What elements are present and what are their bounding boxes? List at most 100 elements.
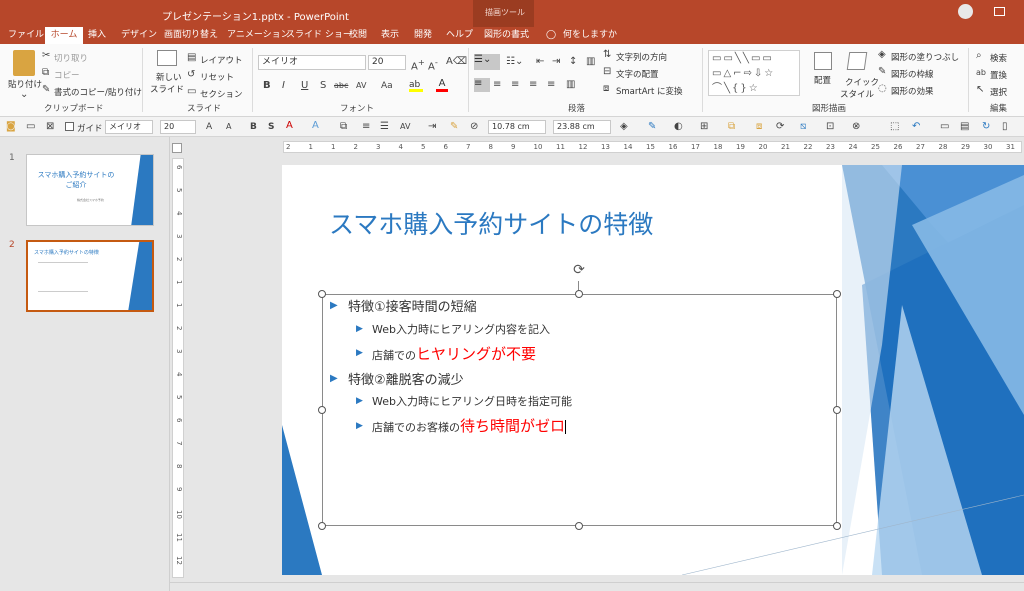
char-spacing-button[interactable]: AV [356, 80, 366, 92]
ribbon-display-icon[interactable] [994, 7, 1005, 16]
reset-button[interactable]: リセット [200, 71, 234, 83]
cut-button[interactable]: 切り取り [54, 52, 88, 64]
section-button[interactable]: セクション [200, 88, 243, 100]
arrange-button[interactable]: 配置 [814, 74, 831, 86]
paste-dropdown-icon[interactable]: ⌄ [20, 89, 28, 101]
qt-link-icon[interactable]: ⊘ [470, 121, 478, 133]
convert-smartart-button[interactable]: SmartArt に変換 [616, 85, 683, 97]
grow-font-icon[interactable]: A+ [411, 56, 425, 73]
find-button[interactable]: 検索 [990, 52, 1007, 64]
qt-doc-icon[interactable]: ▯ [1002, 121, 1008, 133]
qt-group-icon[interactable]: ⧉ [728, 121, 735, 133]
slide-title[interactable]: スマホ購入予約サイトの特徴 [329, 205, 653, 241]
tab-slideshow[interactable]: スライド ショー [286, 27, 352, 44]
column-icon[interactable]: ▥ [566, 79, 575, 91]
bullet-l2-line[interactable]: 店舗でのヒヤリングが不要 [372, 343, 536, 364]
qt-layout-icon[interactable]: ▤ [960, 121, 969, 133]
qt-shadow-icon[interactable]: S [268, 121, 274, 133]
italic-button[interactable]: I [282, 80, 285, 92]
clear-format-icon[interactable]: A⌫ [446, 56, 467, 68]
qt-paste-icon[interactable]: ⧉ [340, 121, 347, 133]
quick-styles-icon[interactable] [846, 52, 868, 70]
qt-merge-icon[interactable]: ⊗ [852, 121, 860, 133]
new-slide-icon[interactable] [157, 50, 177, 66]
tab-view[interactable]: 表示 [381, 27, 399, 44]
resize-handle[interactable] [833, 522, 841, 530]
tab-animations[interactable]: アニメーション [227, 27, 290, 44]
qt-shrink-font-icon[interactable]: A [226, 121, 231, 133]
account-icon[interactable] [958, 4, 973, 19]
align-right-icon[interactable]: ≡ [511, 79, 519, 91]
decrease-indent-icon[interactable]: ⇤ [536, 56, 544, 68]
qt-fill-icon[interactable]: ◈ [620, 121, 628, 133]
qt-shapes-icon[interactable]: ⊡ [826, 121, 834, 133]
qt-order-icon[interactable]: ⧈ [756, 121, 762, 133]
shape-effects-button[interactable]: 図形の効果 [891, 85, 934, 97]
tab-insert[interactable]: 挿入 [88, 27, 106, 44]
camera-icon[interactable]: ◙ [6, 121, 16, 133]
resize-handle[interactable] [833, 290, 841, 298]
underline-button[interactable]: U [301, 80, 308, 92]
qt-indent-icon[interactable]: ⇥ [428, 121, 436, 133]
numbering-icon[interactable]: ☷⌄ [506, 56, 523, 68]
format-painter-button[interactable]: 書式のコピー/貼り付け [54, 86, 142, 98]
tell-me-box[interactable]: 何をしますか [563, 27, 617, 44]
resize-handle[interactable] [318, 522, 326, 530]
thumbnail-slide-1[interactable]: スマホ購入予約サイトのご紹介 株式会社スマホ予約 [26, 154, 154, 226]
align-left-button[interactable]: ≡ [474, 78, 490, 92]
qt-align-icon[interactable]: ⊞ [700, 121, 708, 133]
bullet-l2-text[interactable]: Web入力時にヒアリング内容を記入 [372, 321, 550, 337]
strikethrough-button[interactable]: abc [334, 80, 348, 92]
qt-select-icon[interactable]: ⬚ [890, 121, 899, 133]
arrange-icon[interactable] [814, 52, 832, 70]
shrink-font-icon[interactable]: A- [428, 56, 438, 73]
rotate-handle-icon[interactable]: ⟳ [571, 262, 587, 278]
line-spacing-icon[interactable]: ↕ [569, 56, 577, 68]
resize-handle[interactable] [318, 406, 326, 414]
align-center-icon[interactable]: ≡ [493, 79, 501, 91]
qt-bold-icon[interactable]: B [250, 121, 257, 133]
text-direction-button[interactable]: 文字列の方向 [616, 51, 667, 63]
distribute-icon[interactable]: ≡ [547, 79, 555, 91]
quick-styles-label-2[interactable]: スタイル [840, 88, 874, 100]
thumbnail-slide-2[interactable]: スマホ購入予約サイトの特徴 [26, 240, 154, 312]
align-text-button[interactable]: 文字の配置 [616, 68, 659, 80]
tab-transitions[interactable]: 画面切り替え [164, 27, 218, 44]
shape-width-field[interactable]: 23.88 cm [553, 120, 611, 134]
shape-fill-button[interactable]: 図形の塗りつぶし [891, 51, 959, 63]
font-color-icon[interactable]: A [436, 78, 448, 92]
highlight-icon[interactable]: ab [409, 80, 423, 92]
bold-button[interactable]: B [263, 80, 271, 92]
qt-grow-font-icon[interactable]: A [206, 121, 212, 133]
increase-indent-icon[interactable]: ⇥ [552, 56, 560, 68]
resize-handle[interactable] [833, 406, 841, 414]
tab-design[interactable]: デザイン [121, 27, 157, 44]
qt-font-combo[interactable]: メイリオ [105, 120, 153, 134]
undo-icon[interactable]: ↶ [912, 121, 920, 133]
new-slide-label-2[interactable]: スライド [150, 83, 184, 95]
select-button[interactable]: 選択 [990, 86, 1007, 98]
paste-icon[interactable] [13, 50, 35, 76]
bullet-l1-text[interactable]: 特徴②離脱客の減少 [348, 369, 464, 388]
qt-brush-icon[interactable]: ✎ [450, 121, 458, 133]
qt-outline-icon[interactable]: ✎ [648, 121, 656, 133]
qt-refresh-icon[interactable]: ↻ [982, 121, 990, 133]
guide-checkbox[interactable] [65, 122, 74, 131]
qt-list-icon[interactable]: ☰ [380, 121, 389, 133]
justify-icon[interactable]: ≡ [529, 79, 537, 91]
tab-help[interactable]: ヘルプ [446, 27, 473, 44]
font-size-combo[interactable]: 20 [368, 55, 406, 70]
bullets-button[interactable]: ☰⌄ [474, 54, 500, 70]
tab-home[interactable]: ホーム [45, 27, 83, 44]
tab-shape-format[interactable]: 図形の書式 [484, 27, 529, 44]
qt-effect-icon[interactable]: ◐ [674, 121, 683, 133]
close-box-icon[interactable]: ⊠ [46, 121, 54, 133]
qt-font-color-icon[interactable]: A [286, 120, 293, 132]
tab-developer[interactable]: 開発 [414, 27, 432, 44]
shapes-gallery[interactable]: ▭▭╲╲▭▭ ▭△⌐⇨⇩☆ ⌒╲{}☆ [708, 50, 800, 96]
shadow-button[interactable]: S [320, 80, 326, 92]
qt-rotate-icon[interactable]: ⟳ [776, 121, 784, 133]
qt-text-effect-icon[interactable]: A [312, 120, 319, 132]
bullet-l2-text[interactable]: Web入力時にヒアリング日時を指定可能 [372, 393, 572, 409]
resize-handle[interactable] [318, 290, 326, 298]
